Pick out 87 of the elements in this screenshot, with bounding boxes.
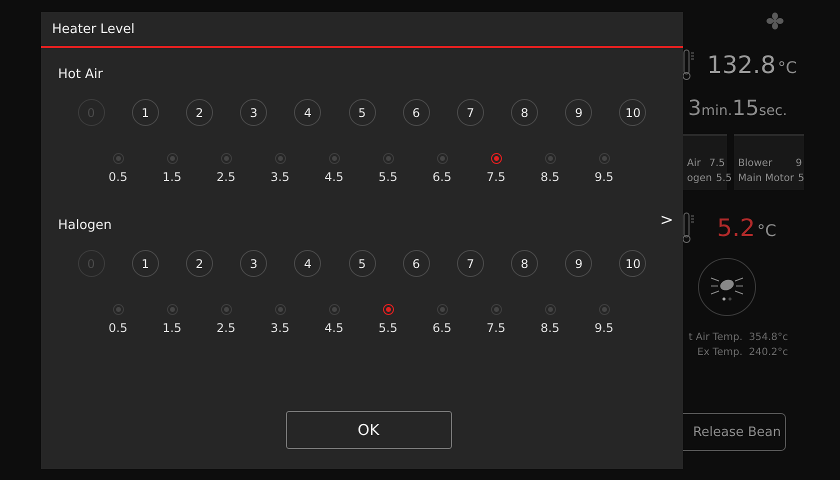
minutes-value: 3 xyxy=(688,96,702,120)
level-button[interactable]: 8 xyxy=(511,99,538,126)
rate-unit: °C xyxy=(757,221,776,240)
level-button[interactable]: 4 xyxy=(294,250,322,277)
half-step-label: 6.5 xyxy=(432,321,452,335)
half-step-label: 8.5 xyxy=(540,170,560,184)
half-step-label: 7.5 xyxy=(486,170,506,184)
thermometer-icon xyxy=(683,212,695,244)
level-button[interactable]: 7 xyxy=(456,250,484,277)
card-label: Main Motor xyxy=(738,172,794,186)
level-button[interactable]: 1 xyxy=(132,250,159,277)
radio-button[interactable] xyxy=(382,304,394,315)
half-step-label: 0.5 xyxy=(108,321,128,335)
heater-name: Hot Air xyxy=(58,67,103,82)
half-step-label: 5.5 xyxy=(378,170,398,184)
level-button[interactable]: 5 xyxy=(348,99,376,126)
radio-button[interactable] xyxy=(112,304,124,315)
radio-button[interactable] xyxy=(220,153,232,164)
radio-button[interactable] xyxy=(328,153,340,164)
level-button[interactable]: 7 xyxy=(456,99,484,126)
thermometer-icon xyxy=(683,49,695,81)
half-step-label: 7.5 xyxy=(486,321,506,335)
card-label: ogen xyxy=(687,172,712,186)
radio-button[interactable] xyxy=(328,304,340,315)
level-button[interactable]: 10 xyxy=(619,99,646,126)
card-value: 5 xyxy=(798,172,804,186)
radio-button[interactable] xyxy=(382,153,394,164)
radio-button[interactable] xyxy=(166,153,178,164)
radio-button[interactable] xyxy=(544,304,556,315)
card-value: 9 xyxy=(796,157,802,171)
radio-button[interactable] xyxy=(274,153,286,164)
half-step-label: 1.5 xyxy=(162,170,182,184)
half-step-label: 6.5 xyxy=(432,170,452,184)
half-step-label: 9.5 xyxy=(594,321,614,335)
bean-button[interactable] xyxy=(698,258,756,316)
radio-button[interactable] xyxy=(220,304,232,315)
half-step-label: 8.5 xyxy=(540,321,560,335)
half-step-label: 4.5 xyxy=(324,321,344,335)
half-step-label: 1.5 xyxy=(162,321,182,335)
bean-temperature: 132.8 xyxy=(707,51,776,79)
level-button[interactable]: 3 xyxy=(240,250,268,277)
radio-button[interactable] xyxy=(490,304,502,315)
radio-button[interactable] xyxy=(436,153,448,164)
half-step-label: 0.5 xyxy=(108,170,128,184)
level-button[interactable]: 5 xyxy=(348,250,376,277)
half-step-label: 5.5 xyxy=(378,321,398,335)
dialog-title: Heater Level xyxy=(52,22,135,36)
radio-button[interactable] xyxy=(544,153,556,164)
level-button[interactable]: 6 xyxy=(402,99,430,126)
level-button[interactable]: 3 xyxy=(240,99,268,126)
level-button[interactable]: 4 xyxy=(294,99,322,126)
radio-button[interactable] xyxy=(112,153,124,164)
radio-button[interactable] xyxy=(166,304,178,315)
level-button[interactable]: 2 xyxy=(186,99,213,126)
card-value: 7.5 xyxy=(709,157,725,171)
level-button[interactable]: 10 xyxy=(619,250,646,277)
temperature-reading: Ex Temp. 240.2°c xyxy=(697,346,788,360)
level-button[interactable]: 1 xyxy=(132,99,159,126)
next-button[interactable]: > xyxy=(656,210,678,229)
radio-button[interactable] xyxy=(274,304,286,315)
temperature-reading: t Air Temp. 354.8°c xyxy=(688,331,788,345)
seconds-unit: sec. xyxy=(758,103,788,119)
radio-button[interactable] xyxy=(598,153,610,164)
card-label: Blower xyxy=(738,157,772,171)
half-step-label: 3.5 xyxy=(270,170,290,184)
ok-button[interactable]: OK xyxy=(286,411,452,449)
temperature-unit: °C xyxy=(778,58,797,77)
card-label: Air xyxy=(687,157,701,171)
half-step-label: 2.5 xyxy=(216,170,236,184)
level-button[interactable]: 8 xyxy=(511,250,538,277)
half-step-label: 4.5 xyxy=(324,170,344,184)
fan-icon xyxy=(766,12,784,30)
minutes-unit: min. xyxy=(701,103,732,119)
seconds-value: 15 xyxy=(732,96,759,120)
level-button[interactable]: 9 xyxy=(565,250,592,277)
level-button[interactable]: 9 xyxy=(565,99,592,126)
half-step-label: 2.5 xyxy=(216,321,236,335)
level-button[interactable]: 2 xyxy=(186,250,213,277)
level-button[interactable]: 6 xyxy=(402,250,430,277)
radio-button[interactable] xyxy=(598,304,610,315)
half-step-label: 9.5 xyxy=(594,170,614,184)
half-step-label: 3.5 xyxy=(270,321,290,335)
rate-value: 5.2 xyxy=(717,214,756,242)
radio-button[interactable] xyxy=(490,153,502,164)
card-value: 5.5 xyxy=(716,172,732,186)
radio-button[interactable] xyxy=(436,304,448,315)
heater-name: Halogen xyxy=(58,218,112,233)
